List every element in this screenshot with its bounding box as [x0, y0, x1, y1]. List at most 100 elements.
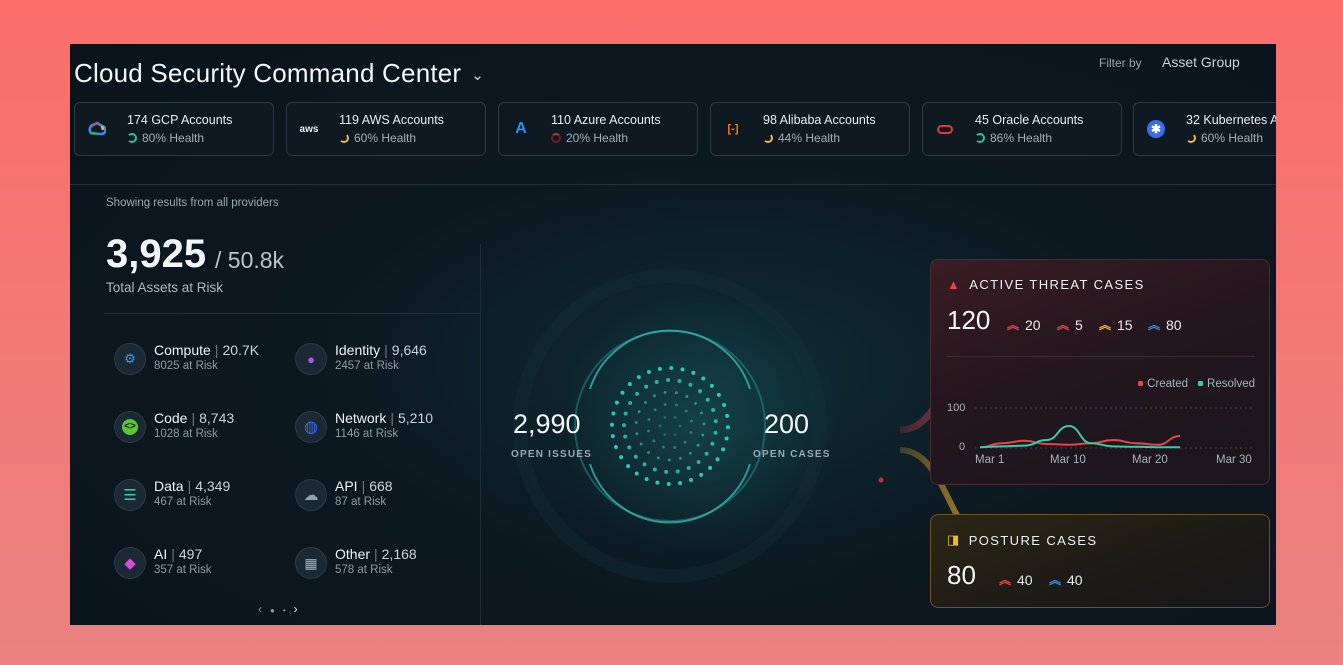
sphere-dot — [667, 458, 671, 462]
alibaba-icon: [-] — [727, 123, 739, 135]
sphere-dot — [652, 467, 657, 472]
sphere-dot — [613, 445, 618, 450]
active-threat-card[interactable]: ▲ ACTIVE THREAT CASES 120 ︽ 20 ︽ 5 ︽ 15 ︽ 80 … — [930, 259, 1270, 485]
health-ring-icon — [551, 133, 561, 143]
asset-count: 668 — [369, 478, 393, 494]
sphere-dot — [713, 419, 718, 424]
dashboard-screen: Cloud Security Command Center ⌄ Filter b… — [70, 44, 1276, 625]
asset-group-filter[interactable]: Asset Group — [1162, 54, 1240, 70]
total-assets-at-risk: 3,925 — [106, 232, 207, 276]
sphere-dot — [666, 481, 671, 486]
sphere-dot — [633, 454, 638, 459]
asset-label: Compute — [154, 342, 211, 358]
sphere-dot — [628, 401, 633, 406]
account-card-azure[interactable]: A 110 Azure Accounts 20% Health — [498, 102, 698, 156]
account-name: 174 GCP Accounts — [127, 113, 233, 127]
x-tick: Mar 1 — [975, 454, 1005, 466]
sphere-dot — [623, 434, 628, 439]
asset-category-identity[interactable]: ● Identity | 9,646 2457 at Risk — [295, 340, 465, 380]
asset-category-code[interactable]: <> Code | 8,743 1028 at Risk — [114, 408, 284, 448]
account-health: 60% Health — [1186, 131, 1263, 145]
severity-high: ︽ 5 — [1057, 316, 1083, 333]
chart-legend: Created Resolved — [1138, 378, 1255, 390]
asset-label: AI — [154, 546, 168, 562]
asset-category-ai[interactable]: ◆ AI | 497 357 at Risk — [114, 544, 284, 584]
sphere-dot — [705, 397, 710, 402]
sphere-dot — [644, 384, 649, 389]
sphere-dot — [666, 378, 671, 383]
severity-critical: ︽ 20 — [1007, 316, 1041, 333]
asset-category-network[interactable]: ◍ Network | 5,210 1146 at Risk — [295, 408, 465, 448]
asset-risk: 467 at Risk — [154, 496, 212, 508]
sphere-dot — [663, 433, 667, 437]
asset-category-api[interactable]: ☁ API | 668 87 at Risk — [295, 476, 465, 516]
next-page-button[interactable]: › — [294, 602, 306, 616]
account-health: 20% Health — [551, 131, 628, 145]
sphere-dot — [626, 464, 631, 469]
sphere-dot — [623, 411, 628, 416]
globe-icon: ◍ — [295, 411, 327, 443]
account-card-alibaba[interactable]: [-] 98 Alibaba Accounts 44% Health — [710, 102, 910, 156]
sphere-dot — [701, 433, 705, 437]
sphere-dot — [688, 382, 693, 387]
sphere-dot — [654, 379, 659, 384]
account-card-gcp[interactable]: 174 GCP Accounts 80% Health — [74, 102, 274, 156]
asset-category-compute[interactable]: ⚙ Compute | 20.7K 8025 at Risk — [114, 340, 284, 380]
asset-label: API — [335, 478, 358, 494]
sphere-dot — [664, 469, 669, 474]
prev-page-button[interactable]: ‹ — [258, 602, 270, 616]
posture-cases-card[interactable]: ◨ POSTURE CASES 80 ︽ 40 ︽ 40 — [930, 514, 1270, 608]
sphere-dot — [627, 445, 632, 450]
sphere-dot — [634, 471, 639, 476]
account-name: 119 AWS Accounts — [339, 113, 444, 127]
pagination: ‹●•› — [258, 602, 306, 616]
sphere-dot — [701, 376, 706, 381]
sphere-dot — [689, 478, 694, 483]
x-tick: Mar 30 — [1216, 454, 1252, 466]
sphere-dot — [680, 367, 685, 372]
account-name: 32 Kubernetes A — [1186, 113, 1276, 127]
health-ring-icon — [339, 133, 349, 143]
asset-label: Code — [154, 410, 188, 426]
severity-medium: ︽ 15 — [1099, 316, 1133, 333]
sphere-dot — [635, 432, 639, 436]
y-tick: 100 — [947, 402, 966, 414]
filter-label: Filter by — [1099, 56, 1142, 70]
posture-total: 80 — [947, 560, 976, 590]
open-issues-label: OPEN ISSUES — [511, 449, 592, 460]
health-ring-icon — [127, 133, 137, 143]
health-ring-icon — [763, 133, 773, 143]
card-title: POSTURE CASES — [968, 532, 1098, 548]
account-card-kubernetes[interactable]: ✱ 32 Kubernetes A 60% Health — [1133, 102, 1276, 156]
sparkle-icon: ◆ — [114, 547, 146, 579]
asset-label: Identity — [335, 342, 381, 358]
sphere-dot — [694, 402, 697, 405]
double-chevron-up-icon: ︽ — [1099, 318, 1112, 332]
double-chevron-up-icon: ︽ — [1049, 573, 1062, 587]
sphere-dot — [675, 403, 678, 407]
asset-category-other[interactable]: ▦ Other | 2,168 578 at Risk — [295, 544, 465, 584]
y-tick: 0 — [959, 441, 966, 453]
sphere-dot — [644, 477, 649, 482]
health-ring-icon — [1186, 133, 1196, 143]
asset-risk: 357 at Risk — [154, 564, 212, 576]
page-title-dropdown[interactable]: Cloud Security Command Center ⌄ — [74, 58, 484, 89]
sphere-dot — [716, 392, 721, 397]
asset-risk: 2457 at Risk — [335, 360, 399, 372]
open-cases-label: OPEN CASES — [753, 449, 831, 460]
sphere-dot — [684, 409, 688, 413]
sphere-dot — [635, 391, 640, 396]
account-name: 45 Oracle Accounts — [975, 113, 1084, 127]
account-card-aws[interactable]: aws 119 AWS Accounts 60% Health — [286, 102, 486, 156]
asset-risk: 87 at Risk — [335, 496, 387, 508]
page-title: Cloud Security Command Center — [74, 58, 462, 88]
api-cloud-icon: ☁ — [295, 479, 327, 511]
user-icon: ● — [295, 343, 327, 375]
legend-created: Created — [1138, 378, 1188, 390]
double-chevron-up-icon: ︽ — [1148, 318, 1161, 332]
sphere-dot — [688, 451, 692, 455]
account-card-oracle[interactable]: 45 Oracle Accounts 86% Health — [922, 102, 1122, 156]
sphere-dot — [647, 450, 650, 454]
sphere-dot — [663, 390, 667, 394]
asset-category-data[interactable]: ☰ Data | 4,349 467 at Risk — [114, 476, 284, 516]
